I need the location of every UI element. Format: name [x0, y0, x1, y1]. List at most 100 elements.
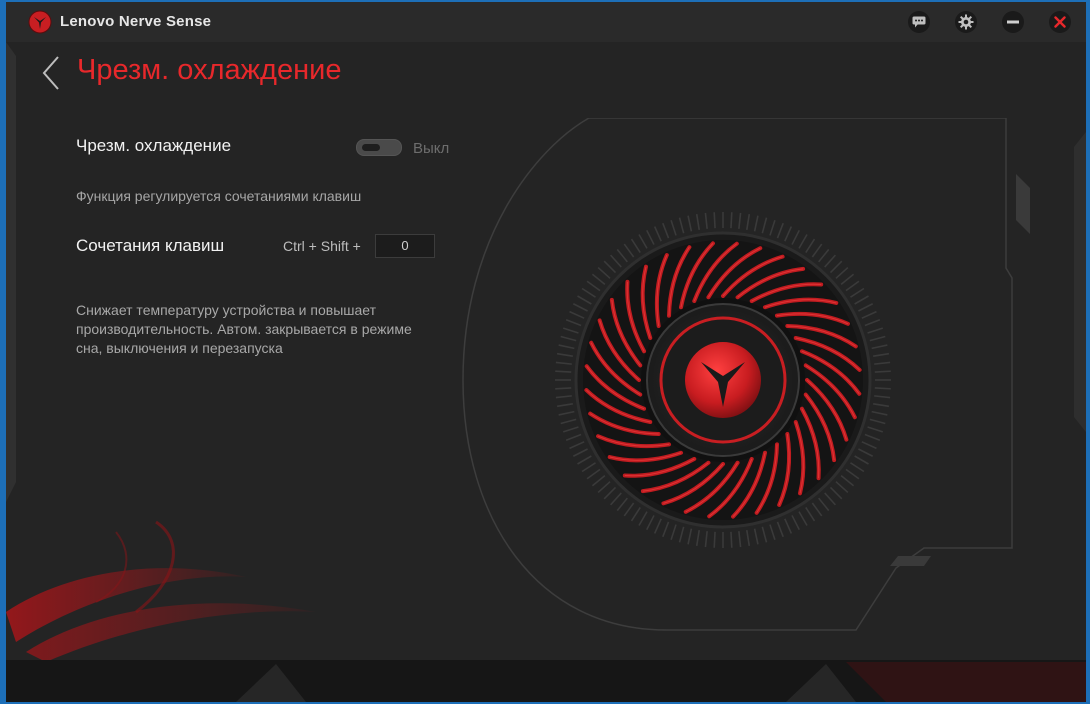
fan-tick	[858, 303, 874, 312]
fan-tick	[864, 433, 881, 441]
fan-tick	[845, 280, 860, 292]
fan-tick	[730, 212, 733, 229]
app-title: Lenovo Nerve Sense	[60, 13, 212, 30]
fan-tick	[616, 248, 628, 263]
fan-tick	[597, 266, 611, 279]
fan-tick	[678, 217, 685, 234]
fan-tick	[840, 273, 855, 285]
fan-tick	[581, 462, 596, 473]
fan-tick	[745, 530, 751, 547]
fan-tick	[869, 335, 886, 342]
fan-tick	[603, 486, 617, 500]
fan-tick	[646, 515, 655, 531]
fan-tick	[745, 213, 751, 230]
fan-tick	[811, 502, 823, 517]
fan-tick	[581, 287, 596, 298]
fan-tick	[623, 243, 635, 258]
fan-tick	[678, 526, 685, 543]
right-edge-decoration	[1074, 132, 1086, 432]
fan-tick	[776, 222, 784, 239]
gear-icon	[958, 14, 974, 30]
fan-tick	[591, 273, 606, 285]
bottom-bar-decoration	[236, 662, 1086, 702]
lenovo-legion-logo-icon	[28, 10, 52, 34]
fan-tick	[776, 521, 784, 538]
fan-tick	[761, 217, 768, 234]
feedback-button[interactable]	[908, 11, 930, 33]
fan-tick	[695, 213, 701, 230]
fan-tick	[603, 260, 617, 274]
fan-tick	[874, 370, 891, 373]
feature-description: Снижает температуру устройства и повышае…	[76, 302, 412, 356]
fan-tick	[577, 295, 592, 305]
fan-tick	[623, 502, 635, 517]
fan-tick	[555, 387, 572, 390]
fan-tick	[569, 441, 585, 450]
fan-tick	[670, 524, 677, 541]
fan-tick	[713, 531, 716, 548]
fan-tick	[687, 528, 693, 545]
fan-tick	[630, 238, 641, 253]
fan-tick	[761, 526, 768, 543]
fan-tick	[638, 234, 648, 249]
fan-tick	[558, 344, 575, 350]
fan-tick	[704, 212, 708, 229]
page-title: Чрезм. охлаждение	[77, 54, 342, 86]
fan-tick	[845, 468, 860, 480]
fan-tick	[562, 426, 579, 433]
back-arrow-icon[interactable]	[40, 54, 62, 92]
title-bar: Lenovo Nerve Sense	[6, 2, 1086, 42]
fan-tick	[556, 352, 573, 358]
fan-tick	[616, 497, 628, 512]
fan-tick	[854, 455, 869, 465]
fan-tick	[670, 219, 677, 236]
fan-tick	[597, 481, 611, 494]
fan-tick	[840, 475, 855, 487]
fan-tick	[558, 410, 575, 416]
fan-tick	[687, 215, 693, 232]
fan-tick	[555, 395, 572, 399]
fan-tick	[861, 310, 877, 319]
fan-tick	[798, 234, 808, 249]
fan-tick	[874, 395, 891, 399]
fan-tick	[565, 319, 582, 327]
fan-tick	[653, 226, 662, 242]
fan-tick	[730, 531, 733, 548]
fan-tick	[630, 507, 641, 522]
fan-tick	[713, 212, 716, 229]
fan-tick	[850, 287, 865, 298]
fan-tick	[769, 524, 776, 541]
fan-tick	[738, 212, 742, 229]
overcooling-label: Чрезм. охлаждение	[76, 136, 232, 155]
fan-tick	[873, 352, 890, 358]
overcooling-toggle[interactable]	[356, 139, 402, 156]
fan-tick	[704, 531, 708, 548]
fan-tick	[864, 319, 881, 327]
fan-tick	[798, 511, 808, 526]
settings-button[interactable]	[955, 11, 977, 33]
fan-tick	[653, 518, 662, 534]
fan-tick	[646, 229, 655, 245]
fan-tick	[791, 515, 800, 531]
fan-tick	[867, 426, 884, 433]
fan-tick	[824, 492, 837, 506]
chat-icon	[912, 16, 926, 28]
fan-tick	[818, 497, 830, 512]
fan-tick	[805, 238, 816, 253]
fan-tick	[577, 455, 592, 465]
fan-tick	[829, 486, 843, 500]
red-scratch-decoration	[6, 520, 316, 662]
fan-tick	[555, 361, 572, 365]
fan-tick	[555, 370, 572, 373]
fan-tick	[562, 327, 579, 334]
minimize-button[interactable]	[1002, 11, 1024, 33]
fan-tick	[858, 448, 874, 457]
fan-tick	[871, 410, 888, 416]
close-button[interactable]	[1049, 11, 1071, 33]
fan-tick	[753, 215, 759, 232]
fan-tick	[869, 418, 886, 425]
fan-tick	[586, 280, 601, 292]
fan-tick	[824, 254, 837, 268]
fan-tick	[784, 226, 793, 242]
fan-tick	[572, 448, 588, 457]
